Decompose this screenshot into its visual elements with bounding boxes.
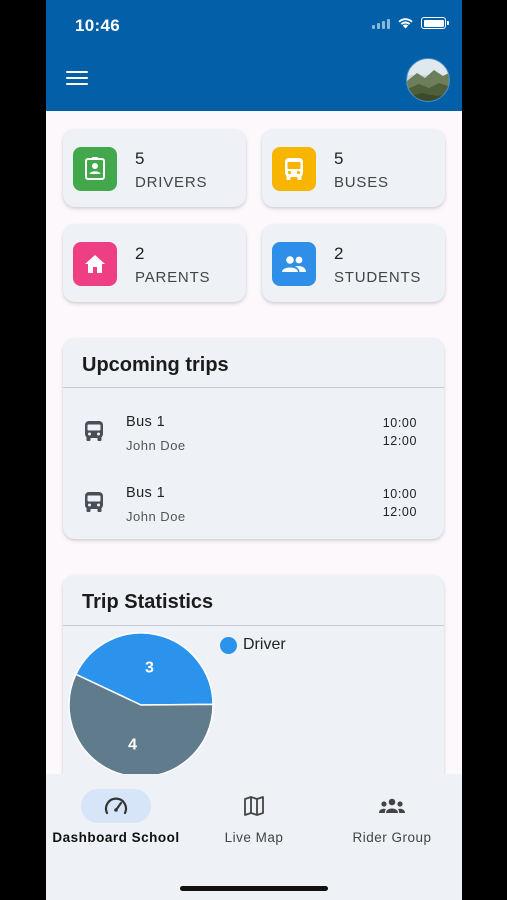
trip-statistics-card: Trip Statistics 34 Driver xyxy=(63,575,444,805)
speedometer-icon xyxy=(81,789,151,823)
legend-dot xyxy=(220,636,237,654)
trip-end-time: 12:00 xyxy=(382,434,417,448)
app-bar: 10:46 xyxy=(46,0,462,111)
group-icon xyxy=(357,789,427,823)
app-screen: 10:46 5 DRIVERS 5 BUSES 2 PARENTS 2 STUD… xyxy=(46,0,462,900)
upcoming-trips-card: Upcoming trips Bus 1 John Doe 10:00 12:0… xyxy=(63,338,444,539)
trip-statistics-pie-chart: 34 xyxy=(68,632,214,778)
trip-start-time: 10:00 xyxy=(382,487,417,501)
nav-label: Live Map xyxy=(224,830,284,845)
avatar[interactable] xyxy=(406,58,450,102)
trip-bus-name: Bus 1 xyxy=(126,485,166,501)
group-icon xyxy=(272,242,316,286)
bottom-navigation: Dashboard School Live Map Rider Group xyxy=(46,774,462,900)
drivers-label: DRIVERS xyxy=(135,174,208,191)
status-time: 10:46 xyxy=(75,16,120,35)
trip-bus-name: Bus 1 xyxy=(126,414,166,430)
pie-slice-label: 3 xyxy=(145,659,154,676)
chart-legend-driver: Driver xyxy=(220,636,286,654)
nav-dashboard-school[interactable]: Dashboard School xyxy=(46,774,186,864)
stat-card-drivers[interactable]: 5 DRIVERS xyxy=(63,129,246,207)
trip-driver-name: John Doe xyxy=(126,509,186,524)
map-icon xyxy=(219,789,289,823)
buses-count: 5 xyxy=(334,149,344,168)
stat-card-students[interactable]: 2 STUDENTS xyxy=(262,224,445,302)
legend-label: Driver xyxy=(243,636,286,653)
pie-slice-label: 4 xyxy=(128,737,137,754)
nav-live-map[interactable]: Live Map xyxy=(184,774,324,864)
parents-label: PARENTS xyxy=(135,269,211,286)
drivers-count: 5 xyxy=(135,149,145,168)
trip-driver-name: John Doe xyxy=(126,438,186,453)
trip-row[interactable]: Bus 1 John Doe 10:00 12:00 xyxy=(63,406,444,466)
driver-badge-icon xyxy=(73,147,117,191)
menu-icon[interactable] xyxy=(66,71,88,89)
nav-label: Rider Group xyxy=(352,830,432,845)
trip-start-time: 10:00 xyxy=(382,416,417,430)
home-icon xyxy=(73,242,117,286)
bus-icon xyxy=(85,421,103,441)
trip-row[interactable]: Bus 1 John Doe 10:00 12:00 xyxy=(63,477,444,537)
buses-label: BUSES xyxy=(334,174,389,191)
battery-icon xyxy=(421,17,449,29)
cellular-signal-icon xyxy=(372,17,390,29)
parents-count: 2 xyxy=(135,244,145,263)
nav-label: Dashboard School xyxy=(52,830,180,845)
bus-icon xyxy=(85,492,103,512)
divider xyxy=(63,387,444,388)
bus-icon xyxy=(272,147,316,191)
students-label: STUDENTS xyxy=(334,269,422,286)
stat-card-parents[interactable]: 2 PARENTS xyxy=(63,224,246,302)
status-icons xyxy=(372,17,449,29)
home-indicator xyxy=(180,886,328,891)
students-count: 2 xyxy=(334,244,344,263)
wifi-icon xyxy=(398,18,413,29)
stat-card-buses[interactable]: 5 BUSES xyxy=(262,129,445,207)
trip-end-time: 12:00 xyxy=(382,505,417,519)
upcoming-trips-title: Upcoming trips xyxy=(82,354,229,376)
nav-rider-group[interactable]: Rider Group xyxy=(322,774,462,864)
trip-statistics-title: Trip Statistics xyxy=(82,591,214,613)
